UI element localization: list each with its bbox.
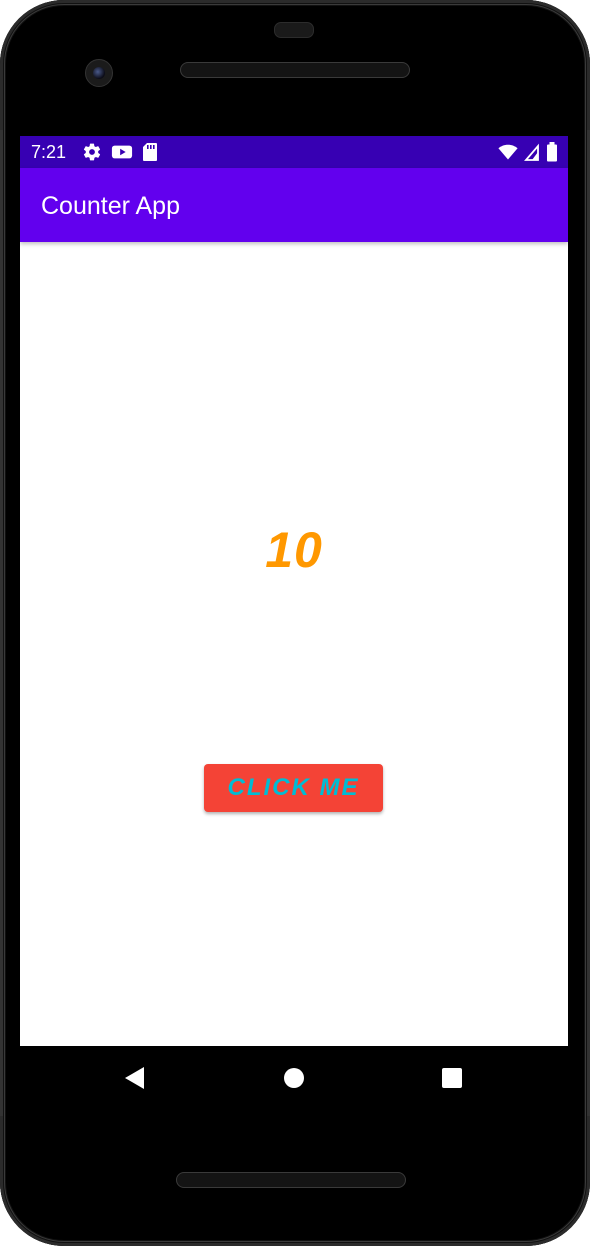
status-system-icons	[498, 142, 558, 162]
youtube-icon	[111, 142, 133, 162]
top-sensor	[274, 22, 314, 38]
settings-gear-icon	[82, 142, 102, 162]
battery-icon	[546, 142, 558, 162]
sd-card-icon	[142, 142, 158, 162]
app-title: Counter App	[41, 192, 180, 220]
cell-signal-icon	[524, 142, 540, 162]
screen: 7:21 Counter App 10 CLICK ME	[20, 136, 568, 1046]
top-speaker-grille	[180, 62, 410, 78]
app-bar: Counter App	[20, 168, 568, 242]
back-icon[interactable]	[122, 1066, 146, 1090]
recents-icon[interactable]	[440, 1066, 464, 1090]
status-bar: 7:21	[20, 136, 568, 168]
status-time: 7:21	[31, 142, 67, 162]
counter-value: 10	[265, 522, 323, 578]
bottom-speaker-grille	[176, 1172, 406, 1188]
front-camera-icon	[85, 59, 113, 87]
navigation-bar	[20, 1046, 568, 1110]
click-me-button[interactable]: CLICK ME	[204, 764, 383, 812]
wifi-icon	[498, 142, 518, 162]
home-icon[interactable]	[282, 1066, 306, 1090]
main-content: 10 CLICK ME	[20, 242, 568, 1046]
phone-frame: 7:21 Counter App 10 CLICK ME	[0, 0, 590, 1246]
status-notification-icons	[82, 142, 158, 162]
phone-side-rim-left	[0, 130, 3, 1116]
